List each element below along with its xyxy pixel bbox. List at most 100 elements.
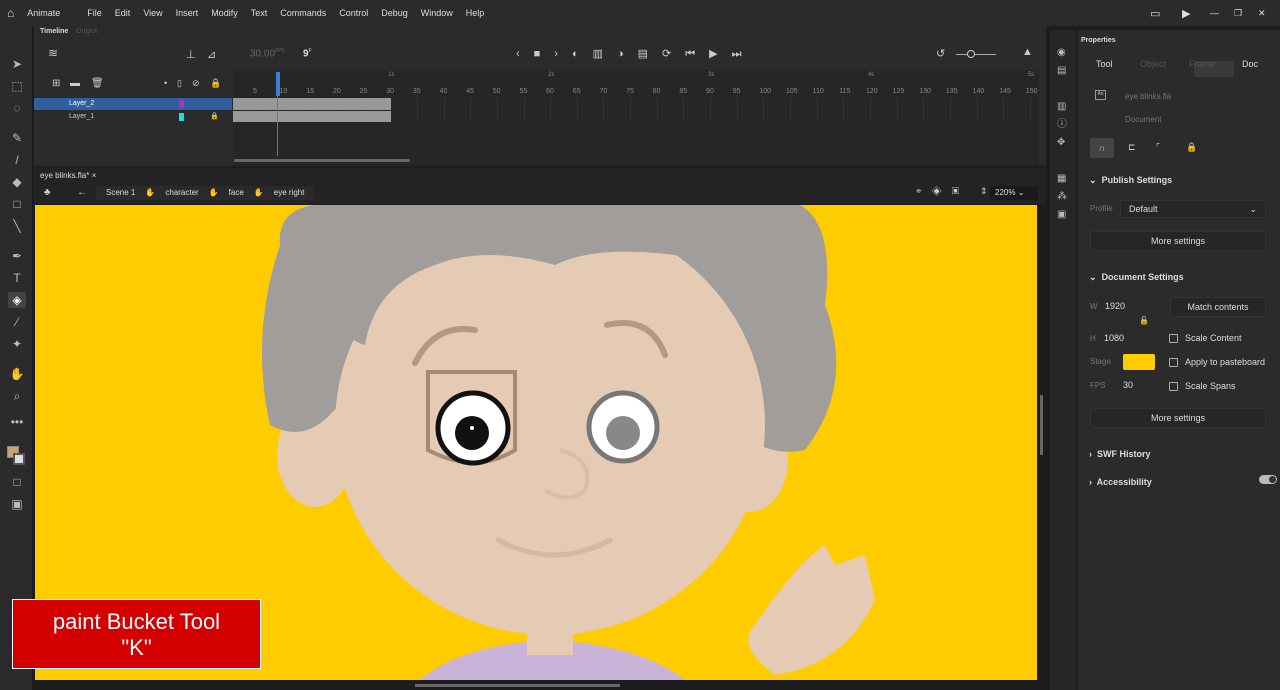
scale-spans-checkbox[interactable] — [1169, 382, 1178, 391]
menu-help[interactable]: Help — [466, 8, 485, 18]
chevron-right-icon[interactable]: › — [1089, 449, 1092, 459]
undo-icon[interactable]: ↺ — [936, 47, 945, 60]
edit-symbols-icon[interactable]: ♣ — [44, 187, 51, 198]
menu-modify[interactable]: Modify — [211, 8, 238, 18]
accessibility-toggle[interactable] — [1259, 475, 1277, 484]
lock-icon[interactable]: 🔒 — [1186, 142, 1197, 153]
layer-name[interactable]: Layer_2 — [69, 100, 94, 107]
breadcrumb-scene[interactable]: Scene 1 — [106, 188, 135, 198]
line-icon[interactable]: ╲ — [8, 218, 26, 234]
brush-icon[interactable]: / — [8, 152, 26, 168]
lock-icon[interactable]: 🔒 — [210, 78, 221, 89]
magnet-icon[interactable]: ∩ — [1090, 138, 1114, 158]
lasso-icon[interactable]: ◌ — [8, 100, 26, 116]
breadcrumb-face[interactable]: face — [229, 188, 244, 198]
more-tools-icon[interactable]: ••• — [8, 414, 26, 430]
menu-text[interactable]: Text — [251, 8, 268, 18]
align-icon[interactable]: ⊏ — [1128, 142, 1136, 153]
stage-tools-icons[interactable]: ⌖◈▣ — [916, 186, 969, 197]
object-drawing-icon[interactable]: □ — [8, 474, 26, 490]
menu-debug[interactable]: Debug — [381, 8, 408, 18]
paint-brush-icon[interactable]: ✎ — [8, 130, 26, 146]
zoom-stepper-icon[interactable]: ⇕ — [980, 186, 988, 197]
free-transform-icon[interactable]: ⬚ — [8, 78, 26, 94]
menu-window[interactable]: Window — [421, 8, 453, 18]
width-input[interactable]: 1920 — [1105, 301, 1125, 311]
profile-select[interactable]: Default ⌄ — [1120, 200, 1266, 218]
close-tab-icon[interactable]: × — [92, 171, 97, 180]
doc-more-settings-button[interactable]: More settings — [1090, 408, 1266, 428]
doc-tab[interactable]: eye blinks.fla* — [40, 171, 89, 180]
link-icon[interactable]: 🔓 — [1139, 316, 1149, 325]
chevron-down-icon[interactable]: ⌄ — [1089, 272, 1097, 282]
menu-control[interactable]: Control — [339, 8, 368, 18]
publish-settings-header[interactable]: Publish Settings — [1102, 175, 1173, 185]
zoom-icon[interactable]: ⌕ — [8, 388, 26, 404]
mountain-icon[interactable]: ▲ — [1022, 46, 1033, 58]
stage-vertical-scrollbar[interactable] — [1040, 395, 1043, 455]
eraser-icon[interactable]: ◆ — [8, 174, 26, 190]
layers-icon[interactable]: ≋ — [48, 46, 58, 60]
new-folder-icon[interactable]: ▬ — [70, 78, 80, 89]
outline-icon[interactable]: ▯ — [177, 78, 182, 89]
document-settings-header[interactable]: Document Settings — [1102, 272, 1184, 282]
zoom-slider[interactable] — [956, 54, 996, 55]
fps-value[interactable]: 30.00 — [250, 48, 275, 59]
stage-horizontal-scrollbar[interactable] — [415, 684, 620, 687]
menu-insert[interactable]: Insert — [176, 8, 199, 18]
menu-view[interactable]: View — [143, 8, 162, 18]
layer-1-frames[interactable] — [233, 111, 391, 122]
minimize-icon[interactable]: — — [1210, 8, 1219, 18]
layer-color[interactable] — [179, 113, 184, 121]
play-icon[interactable]: ▶ — [1182, 7, 1190, 20]
workspace-icon[interactable]: ▭ — [1150, 7, 1160, 20]
layer-row[interactable]: Layer_1 🔒 — [34, 111, 232, 123]
snap-icon[interactable]: ▣ — [8, 496, 26, 512]
zoom-slider-handle[interactable] — [967, 50, 975, 58]
breadcrumb-character[interactable]: character — [165, 188, 198, 198]
back-arrow-icon[interactable]: ← — [77, 187, 87, 198]
fps-input[interactable]: 30 — [1123, 380, 1133, 390]
paint-bucket-icon[interactable]: ◈ — [8, 292, 26, 308]
pin-icon[interactable]: ✦ — [8, 336, 26, 352]
tab-doc[interactable]: Doc — [1242, 59, 1258, 69]
tab-frame[interactable]: Frame — [1189, 59, 1215, 69]
graph-icon[interactable]: ⊿ — [207, 48, 216, 61]
rectangle-icon[interactable]: □ — [8, 196, 26, 212]
layer-2-frames[interactable] — [233, 98, 391, 110]
delete-icon[interactable]: 🗑 — [91, 78, 104, 89]
eyedropper-icon[interactable]: ⁄ — [8, 314, 26, 330]
layer-row[interactable]: Layer_2 — [34, 98, 232, 110]
playback-controls[interactable]: ‹■›◐▥◑▤⟳⏮▶⏭ — [516, 47, 756, 61]
text-icon[interactable]: T — [8, 270, 26, 286]
swf-history-header[interactable]: SWF History — [1097, 449, 1151, 459]
apply-pasteboard-checkbox[interactable] — [1169, 358, 1178, 367]
menu-edit[interactable]: Edit — [115, 8, 131, 18]
visibility-icon[interactable]: ⊘ — [192, 78, 200, 89]
timeline-scrollbar[interactable] — [234, 159, 410, 162]
corner-icon[interactable]: ⌜ — [1156, 142, 1160, 153]
close-icon[interactable]: ✕ — [1258, 8, 1266, 19]
scale-content-checkbox[interactable] — [1169, 334, 1178, 343]
accessibility-header[interactable]: Accessibility — [1097, 477, 1152, 487]
layer-color[interactable] — [179, 100, 184, 108]
panel-icons[interactable]: ◉ ▤ ▥ ⓘ ✥ ▦ ⁂ ▣ — [1057, 44, 1067, 224]
hierarchy-icon[interactable]: ⊥ — [186, 48, 196, 61]
restore-icon[interactable]: ❐ — [1234, 8, 1242, 19]
selection-tool-icon[interactable]: ➤ — [8, 56, 26, 72]
zoom-select[interactable]: 220% ⌄ — [990, 186, 1038, 200]
hand-icon[interactable]: ✋ — [8, 366, 26, 382]
breadcrumb-eye-right[interactable]: eye right — [274, 188, 305, 198]
chevron-right-icon[interactable]: › — [1089, 477, 1092, 487]
fill-color-swatch[interactable] — [13, 453, 25, 465]
tab-timeline[interactable]: Timeline — [40, 28, 68, 35]
playhead[interactable] — [276, 72, 280, 96]
tab-object[interactable]: Object — [1140, 59, 1166, 69]
match-contents-button[interactable]: Match contents — [1170, 297, 1266, 317]
highlight-icon[interactable]: • — [164, 78, 167, 88]
stage-color-swatch[interactable] — [1123, 354, 1155, 370]
height-input[interactable]: 1080 — [1104, 333, 1124, 343]
publish-more-settings-button[interactable]: More settings — [1090, 231, 1266, 251]
pen-icon[interactable]: ✒ — [8, 248, 26, 264]
tab-output[interactable]: Output — [76, 28, 97, 35]
